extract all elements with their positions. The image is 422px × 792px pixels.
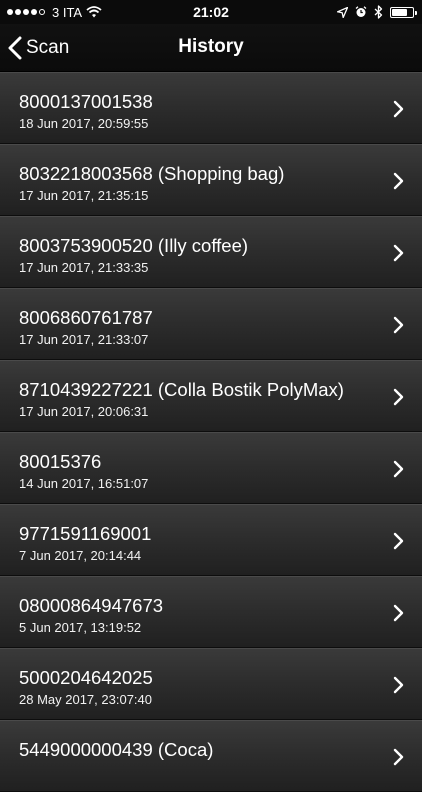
scan-date: 28 May 2017, 23:07:40 [19, 692, 152, 707]
barcode-value: 8006860761787 [19, 307, 153, 328]
signal-strength-icon [7, 9, 45, 15]
barcode-value: 5449000000439 (Coca) [19, 739, 214, 760]
scan-date: 17 Jun 2017, 20:06:31 [19, 404, 149, 419]
chevron-right-icon [393, 460, 404, 478]
status-right [337, 0, 417, 24]
history-row[interactable]: 9771591169001 7 Jun 2017, 20:14:44 [0, 504, 422, 576]
scan-date: 5 Jun 2017, 13:19:52 [19, 620, 142, 635]
barcode-value: 8000137001538 [19, 91, 153, 112]
history-row[interactable]: 8710439227221 (Colla Bostik PolyMax) 17 J… [0, 360, 422, 432]
bluetooth-icon [374, 5, 383, 19]
page-title: History [178, 36, 244, 57]
barcode-value: 80015376 [19, 451, 102, 472]
chevron-right-icon [393, 388, 404, 406]
history-row[interactable]: 08000864947673 5 Jun 2017, 13:19:52 [0, 576, 422, 648]
chevron-right-icon [393, 100, 404, 118]
chevron-right-icon [393, 676, 404, 694]
barcode-value: 08000864947673 [19, 595, 164, 616]
barcode-value: 8710439227221 (Colla Bostik PolyMax) [19, 379, 344, 400]
battery-fill [392, 8, 407, 16]
history-row[interactable]: 5000204642025 28 May 2017, 23:07:40 [0, 648, 422, 720]
chevron-right-icon [393, 532, 404, 550]
wifi-icon [86, 6, 102, 18]
chevron-right-icon [393, 172, 404, 190]
scan-date: 18 Jun 2017, 20:59:55 [19, 116, 149, 131]
chevron-right-icon [393, 604, 404, 622]
history-row[interactable]: 8000137001538 18 Jun 2017, 20:59:55 [0, 72, 422, 144]
alarm-clock-icon [355, 6, 367, 17]
history-row[interactable]: 8032218003568 (Shopping bag) 17 Jun 2017,… [0, 144, 422, 216]
status-left: 3 ITA [7, 0, 102, 24]
location-arrow-icon [337, 6, 348, 18]
barcode-value: 8003753900520 (Illy coffee) [19, 235, 249, 256]
history-row[interactable]: 8006860761787 17 Jun 2017, 21:33:07 [0, 288, 422, 360]
scan-date: 14 Jun 2017, 16:51:07 [19, 476, 149, 491]
status-bar: 3 ITA 21:02 [0, 0, 422, 24]
chevron-right-icon [393, 316, 404, 334]
history-list: 8000137001538 18 Jun 2017, 20:59:55 803221… [0, 72, 422, 792]
scan-date: 17 Jun 2017, 21:33:35 [19, 260, 149, 275]
chevron-right-icon [393, 748, 404, 766]
history-row[interactable]: 8003753900520 (Illy coffee) 17 Jun 2017, … [0, 216, 422, 288]
scan-date: 17 Jun 2017, 21:35:15 [19, 188, 149, 203]
navigation-bar: Scan History [0, 24, 422, 72]
chevron-right-icon [393, 244, 404, 262]
barcode-value: 5000204642025 [19, 667, 153, 688]
battery-icon [390, 6, 417, 18]
barcode-value: 8032218003568 (Shopping bag) [19, 163, 285, 184]
barcode-value: 9771591169001 [19, 523, 152, 544]
carrier-name: 3 ITA [52, 4, 83, 20]
history-row[interactable]: 5449000000439 (Coca) [0, 720, 422, 792]
scan-date: 17 Jun 2017, 21:33:07 [19, 332, 149, 347]
scan-date: 7 Jun 2017, 20:14:44 [19, 548, 142, 563]
history-row[interactable]: 80015376 14 Jun 2017, 16:51:07 [0, 432, 422, 504]
